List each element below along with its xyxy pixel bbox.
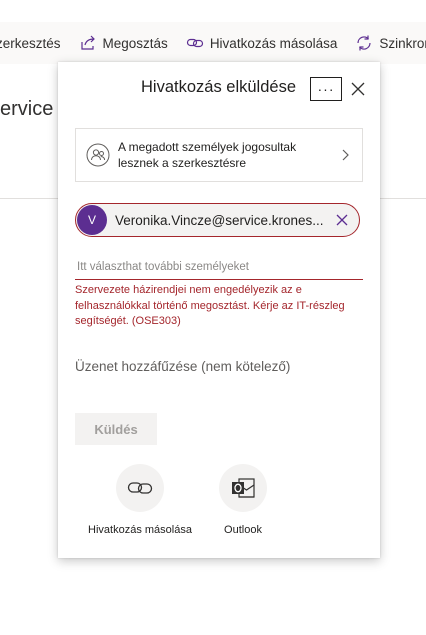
recipient-email: Veronika.Vincze@service.krones... xyxy=(115,212,324,228)
error-message: Szervezete házirendjei nem engedélyezik … xyxy=(75,284,345,327)
share-label: Megosztás xyxy=(102,35,168,51)
close-button[interactable] xyxy=(347,78,369,100)
link-icon xyxy=(127,482,153,494)
close-icon xyxy=(351,82,365,96)
outlook-icon xyxy=(232,478,255,498)
dialog-title: Hivatkozás elküldése xyxy=(141,78,296,96)
send-button[interactable]: Küldés xyxy=(75,413,157,445)
outlook-option-label: Outlook xyxy=(224,524,262,536)
background-page-title: ervice xyxy=(0,98,54,120)
share-command[interactable]: Megosztás xyxy=(79,34,168,52)
copy-link-circle[interactable] xyxy=(116,464,164,512)
copy-link-option-label: Hivatkozás másolása xyxy=(88,524,192,536)
sync-label: Szinkronizá xyxy=(379,35,426,51)
send-link-dialog: Hivatkozás elküldése ··· A megadott szem… xyxy=(58,62,380,558)
recipient-chip[interactable]: V Veronika.Vincze@service.krones... xyxy=(75,203,360,237)
copy-link-command[interactable]: Hivatkozás másolása xyxy=(186,34,338,52)
share-icon xyxy=(80,35,95,50)
permission-text: A megadott személyek jogosultak lesznek … xyxy=(118,140,297,170)
more-options-button[interactable]: ··· xyxy=(310,77,342,101)
edit-command[interactable]: zerkesztés xyxy=(0,36,61,51)
add-people-input[interactable] xyxy=(75,254,363,280)
outlook-option[interactable]: Outlook xyxy=(198,464,288,536)
sync-icon xyxy=(357,35,371,51)
link-settings-button[interactable]: A megadott személyek jogosultak lesznek … xyxy=(75,128,363,182)
remove-recipient-icon[interactable] xyxy=(335,213,349,227)
people-icon xyxy=(86,143,110,167)
command-bar: zerkesztés Megosztás Hivatkozás másolása… xyxy=(0,22,426,64)
link-icon xyxy=(186,38,203,48)
outlook-circle[interactable] xyxy=(219,464,267,512)
avatar: V xyxy=(77,205,107,235)
copy-link-option[interactable]: Hivatkozás másolása xyxy=(80,464,200,536)
copy-link-label: Hivatkozás másolása xyxy=(209,35,338,51)
edit-label: zerkesztés xyxy=(0,35,61,51)
message-input[interactable] xyxy=(75,354,363,378)
chevron-right-icon xyxy=(342,149,349,161)
sync-command[interactable]: Szinkronizá xyxy=(355,34,426,52)
